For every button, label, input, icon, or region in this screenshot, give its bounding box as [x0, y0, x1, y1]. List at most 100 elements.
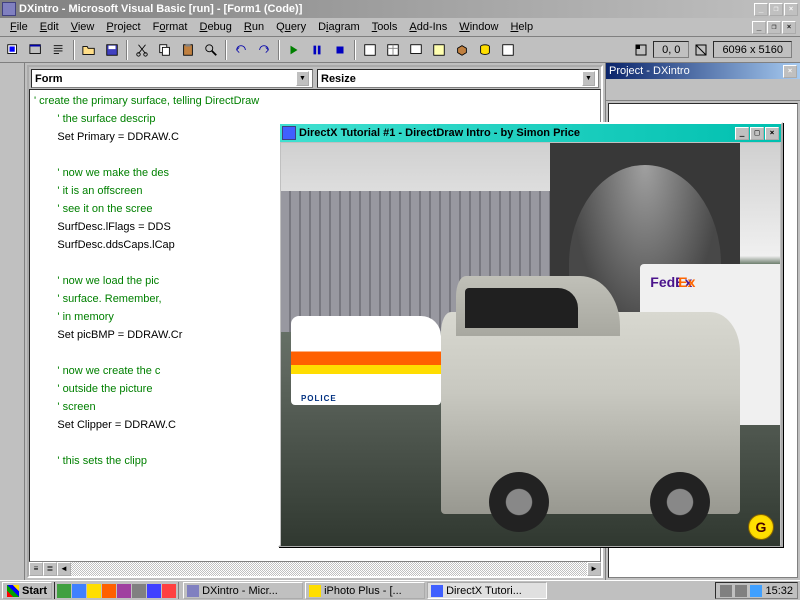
menu-project[interactable]: Project — [100, 19, 146, 35]
quicklaunch-item[interactable] — [57, 584, 71, 598]
view-full-button[interactable]: ≡ — [29, 562, 43, 576]
next-bookmark-button[interactable] — [2, 305, 23, 325]
redo-button[interactable] — [253, 39, 275, 60]
quicklaunch-item[interactable] — [132, 584, 146, 598]
project-pane-title: Project - DXintro — [609, 65, 783, 77]
uncomment-block-button[interactable] — [2, 263, 23, 283]
copy-button[interactable] — [154, 39, 176, 60]
view-object-button[interactable] — [629, 82, 647, 98]
open-button[interactable] — [78, 39, 100, 60]
dx-title: DirectX Tutorial #1 - DirectDraw Intro -… — [299, 127, 735, 139]
toggle-folders-button[interactable] — [649, 82, 667, 98]
scroll-track[interactable] — [71, 562, 587, 576]
horizontal-scrollbar[interactable]: ≡ ≣ ◄ ► — [29, 562, 601, 576]
close-button[interactable]: × — [784, 3, 798, 16]
menu-window[interactable]: Window — [453, 19, 504, 35]
procedure-dropdown[interactable]: Resize ▼ — [317, 69, 599, 88]
end-button[interactable] — [329, 39, 351, 60]
menu-diagram[interactable]: Diagram — [312, 19, 366, 35]
pane-close-button[interactable]: × — [783, 65, 797, 78]
project-pane-toolbar — [606, 79, 800, 101]
tray-icon[interactable] — [750, 585, 762, 597]
dropdown-arrow-icon[interactable]: ▼ — [296, 71, 309, 86]
quicklaunch-item[interactable] — [162, 584, 176, 598]
outdent-button[interactable] — [2, 191, 23, 211]
quicklaunch-item[interactable] — [102, 584, 116, 598]
data-view-button[interactable] — [474, 39, 496, 60]
project-explorer-button[interactable] — [359, 39, 381, 60]
menu-editor-button[interactable] — [48, 39, 70, 60]
menu-edit[interactable]: Edit — [34, 19, 65, 35]
quicklaunch-item[interactable] — [72, 584, 86, 598]
view-proc-button[interactable]: ≣ — [43, 562, 57, 576]
object-browser-button[interactable] — [428, 39, 450, 60]
breakpoint-button[interactable] — [2, 212, 23, 232]
object-dropdown[interactable]: Form ▼ — [31, 69, 313, 88]
comment-block-button[interactable] — [2, 233, 23, 253]
tray-icon[interactable] — [720, 585, 732, 597]
menu-run[interactable]: Run — [238, 19, 270, 35]
task-iphoto[interactable]: iPhoto Plus - [... — [305, 582, 425, 599]
toolbar-separator — [278, 40, 280, 60]
toolbar-separator — [225, 40, 227, 60]
dx-titlebar[interactable]: DirectX Tutorial #1 - DirectDraw Intro -… — [280, 124, 781, 142]
scene-police-car — [291, 316, 441, 405]
minimize-button[interactable]: _ — [754, 3, 768, 16]
menu-addins[interactable]: Add-Ins — [403, 19, 453, 35]
windows-flag-icon — [7, 585, 19, 597]
vcm-button[interactable] — [497, 39, 519, 60]
mdi-close-button[interactable]: × — [782, 21, 796, 34]
toolbox-button[interactable] — [451, 39, 473, 60]
menu-debug[interactable]: Debug — [193, 19, 237, 35]
complete-word-button[interactable] — [2, 149, 23, 169]
toolbar-separator — [73, 40, 75, 60]
scroll-left-button[interactable]: ◄ — [57, 562, 71, 576]
directx-window[interactable]: DirectX Tutorial #1 - DirectDraw Intro -… — [278, 122, 783, 547]
mdi-restore-button[interactable]: ❐ — [767, 21, 781, 34]
menu-view[interactable]: View — [65, 19, 101, 35]
save-button[interactable] — [101, 39, 123, 60]
bookmark-button[interactable] — [2, 284, 23, 304]
step-into-button[interactable] — [2, 389, 23, 409]
tray-icon[interactable] — [735, 585, 747, 597]
start-button[interactable]: Start — [2, 582, 52, 599]
menu-file[interactable]: File — [4, 19, 34, 35]
quick-info-button[interactable] — [2, 107, 23, 127]
quicklaunch-item[interactable] — [87, 584, 101, 598]
paste-button[interactable] — [177, 39, 199, 60]
dx-minimize-button[interactable]: _ — [735, 127, 749, 140]
undo-button[interactable] — [230, 39, 252, 60]
view-code-button[interactable] — [609, 82, 627, 98]
scroll-right-button[interactable]: ► — [587, 562, 601, 576]
quicklaunch-item[interactable] — [117, 584, 131, 598]
prev-bookmark-button[interactable] — [2, 326, 23, 346]
properties-button[interactable] — [382, 39, 404, 60]
find-button[interactable] — [200, 39, 222, 60]
quicklaunch-item[interactable] — [147, 584, 161, 598]
dropdown-arrow-icon[interactable]: ▼ — [582, 71, 595, 86]
break-button[interactable] — [306, 39, 328, 60]
restore-button[interactable]: ❐ — [769, 3, 783, 16]
menu-query[interactable]: Query — [270, 19, 312, 35]
app-title: DXintro - Microsoft Visual Basic [run] -… — [19, 3, 754, 15]
mdi-minimize-button[interactable]: _ — [752, 21, 766, 34]
add-project-button[interactable] — [2, 39, 24, 60]
task-directx[interactable]: DirectX Tutori... — [427, 582, 547, 599]
list-properties-button[interactable] — [2, 65, 23, 85]
clock[interactable]: 15:32 — [765, 585, 793, 597]
start-button[interactable] — [283, 39, 305, 60]
proc-step-button[interactable] — [2, 368, 23, 388]
dx-maximize-button[interactable]: □ — [750, 127, 764, 140]
menu-help[interactable]: Help — [504, 19, 539, 35]
menu-tools[interactable]: Tools — [366, 19, 404, 35]
menu-format[interactable]: Format — [147, 19, 194, 35]
parameter-info-button[interactable] — [2, 128, 23, 148]
add-form-button[interactable] — [25, 39, 47, 60]
cut-button[interactable] — [131, 39, 153, 60]
clear-bookmarks-button[interactable] — [2, 347, 23, 367]
dx-close-button[interactable]: × — [765, 127, 779, 140]
list-constants-button[interactable] — [2, 86, 23, 106]
indent-button[interactable] — [2, 170, 23, 190]
form-layout-button[interactable] — [405, 39, 427, 60]
task-vb[interactable]: DXintro - Micr... — [183, 582, 303, 599]
